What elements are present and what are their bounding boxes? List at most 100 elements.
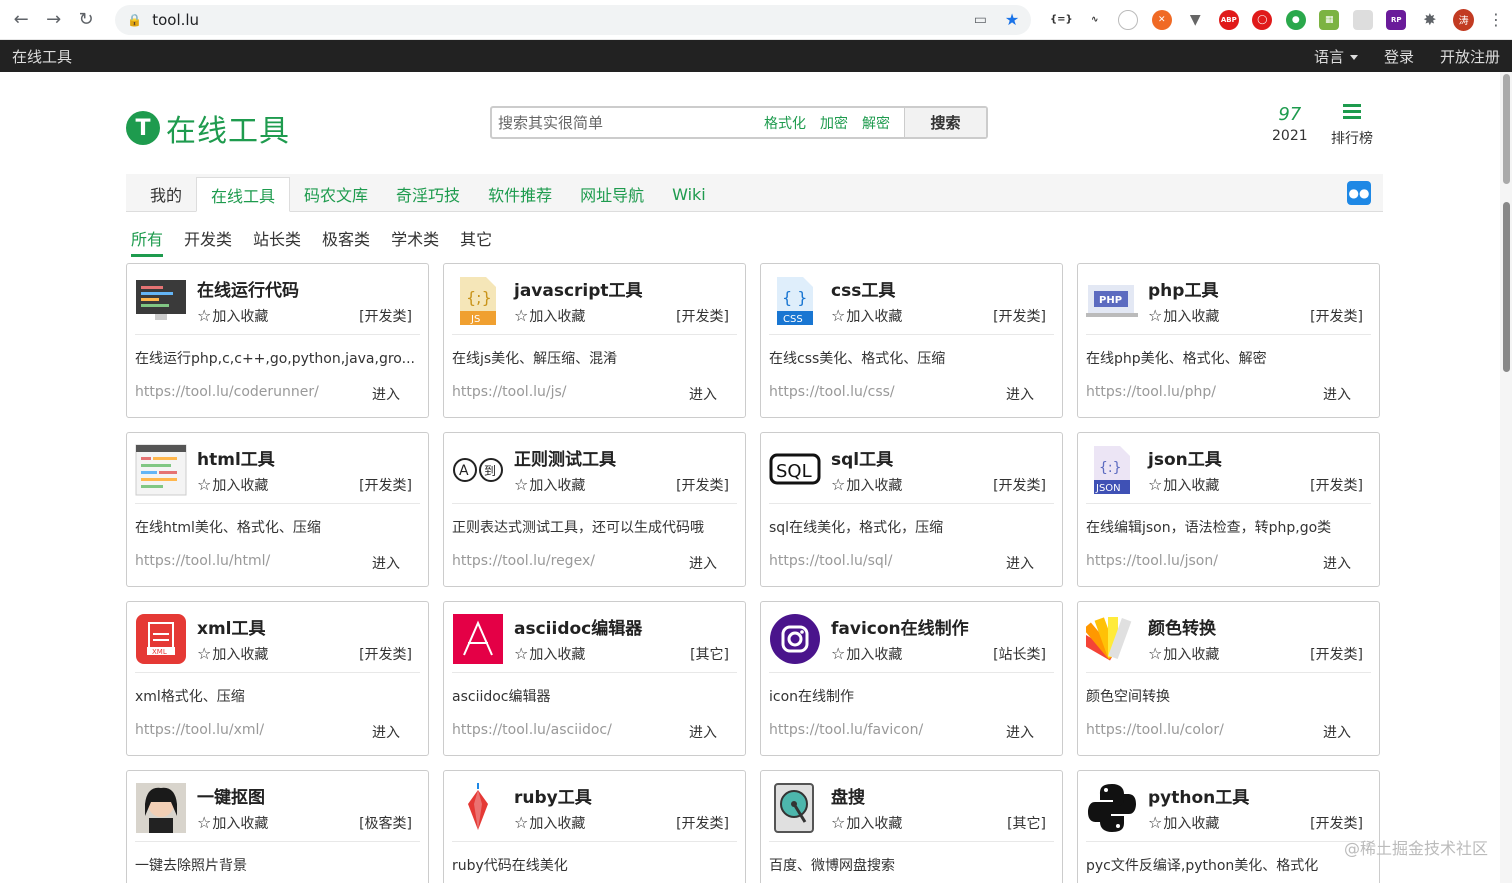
card-url[interactable]: https://tool.lu/regex/ (452, 553, 595, 569)
enter-link[interactable]: 进入 (372, 722, 400, 742)
card-url[interactable]: https://tool.lu/html/ (135, 553, 270, 569)
tool-card[interactable]: PHP php工具 ☆加入收藏 [开发类] 在线php美化、格式化、解密 htt… (1077, 263, 1380, 418)
card-title[interactable]: favicon在线制作 (831, 614, 969, 639)
card-url[interactable]: https://tool.lu/coderunner/ (135, 384, 319, 400)
enter-link[interactable]: 进入 (689, 553, 717, 573)
profile-avatar[interactable]: 涛 (1453, 8, 1475, 31)
card-title[interactable]: python工具 (1148, 783, 1249, 808)
tool-card[interactable]: html工具 ☆加入收藏 [开发类] 在线html美化、格式化、压缩 https… (126, 432, 429, 587)
add-favorite-button[interactable]: ☆加入收藏 (197, 306, 268, 326)
enter-link[interactable]: 进入 (1006, 722, 1034, 742)
card-url[interactable]: https://tool.lu/asciidoc/ (452, 722, 612, 738)
enter-link[interactable]: 进入 (1323, 722, 1351, 742)
tab-nav[interactable]: 网址导航 (566, 177, 658, 211)
enter-link[interactable]: 进入 (1006, 384, 1034, 404)
timer-ext-icon[interactable] (1118, 9, 1139, 30)
tool-card[interactable]: {;} JS javascript工具 ☆加入收藏 [开发类] 在线js美化、解压… (443, 263, 746, 418)
tool-card[interactable]: 在线运行代码 ☆加入收藏 [开发类] 在线运行php,c,c++,go,pyth… (126, 263, 429, 418)
cat-other[interactable]: 其它 (460, 226, 492, 257)
search-button[interactable]: 搜索 (904, 108, 986, 137)
card-title[interactable]: 颜色转换 (1148, 614, 1216, 639)
add-favorite-button[interactable]: ☆加入收藏 (1148, 475, 1219, 495)
tool-card[interactable]: ruby工具 ☆加入收藏 [开发类] ruby代码在线美化 进入 (443, 770, 746, 883)
tool-card[interactable]: A到 正则测试工具 ☆加入收藏 [开发类] 正则表达式测试工具，还可以生成代码哦… (443, 432, 746, 587)
register-link[interactable]: 开放注册 (1440, 46, 1500, 67)
gray-ext-icon[interactable] (1352, 9, 1373, 30)
add-favorite-button[interactable]: ☆加入收藏 (831, 306, 902, 326)
card-url[interactable]: https://tool.lu/css/ (769, 384, 895, 400)
search-input[interactable] (492, 108, 764, 137)
card-title[interactable]: php工具 (1148, 276, 1218, 301)
card-title[interactable]: json工具 (1148, 445, 1222, 470)
ranking-link[interactable]: 排行榜 (1331, 104, 1373, 148)
topbar-brand[interactable]: 在线工具 (12, 46, 72, 67)
tool-card[interactable]: favicon在线制作 ☆加入收藏 [站长类] icon在线制作 https:/… (760, 601, 1063, 756)
enter-link[interactable]: 进入 (1323, 553, 1351, 573)
cat-webmaster[interactable]: 站长类 (253, 226, 301, 257)
card-title[interactable]: 盘搜 (831, 783, 865, 808)
card-url[interactable]: https://tool.lu/php/ (1086, 384, 1216, 400)
card-url[interactable]: https://tool.lu/favicon/ (769, 722, 923, 738)
search-tag-decrypt[interactable]: 解密 (862, 113, 890, 133)
site-logo[interactable]: T 在线工具 (126, 106, 290, 150)
add-favorite-button[interactable]: ☆加入收藏 (514, 813, 585, 833)
puzzle-icon[interactable]: ✸ (1420, 10, 1440, 30)
grid-ext-icon[interactable]: ▦ (1319, 9, 1340, 30)
tool-card[interactable]: 盘搜 ☆加入收藏 [其它] 百度、微博网盘搜索 进入 (760, 770, 1063, 883)
card-url[interactable]: https://tool.lu/json/ (1086, 553, 1218, 569)
card-url[interactable]: https://tool.lu/js/ (452, 384, 567, 400)
add-favorite-button[interactable]: ☆加入收藏 (831, 475, 902, 495)
orange-ext-icon[interactable]: ✕ (1151, 9, 1172, 30)
tab-online-tools[interactable]: 在线工具 (196, 177, 291, 212)
language-menu[interactable]: 语言 (1288, 46, 1358, 67)
tab-tricks[interactable]: 奇淫巧技 (382, 177, 474, 211)
card-url[interactable]: https://tool.lu/color/ (1086, 722, 1224, 738)
add-favorite-button[interactable]: ☆加入收藏 (197, 813, 268, 833)
tool-card[interactable]: asciidoc编辑器 ☆加入收藏 [其它] asciidoc编辑器 https… (443, 601, 746, 756)
enter-link[interactable]: 进入 (1006, 553, 1034, 573)
adblock-ext-icon[interactable]: ABP (1218, 9, 1239, 30)
stat-count[interactable]: 97 2021 (1272, 104, 1308, 144)
card-title[interactable]: sql工具 (831, 445, 893, 470)
add-favorite-button[interactable]: ☆加入收藏 (1148, 813, 1219, 833)
enter-link[interactable]: 进入 (372, 384, 400, 404)
feed-ext-icon[interactable]: ∿ (1085, 10, 1105, 30)
tool-card[interactable]: python工具 ☆加入收藏 [开发类] pyc文件反编译,python美化、格… (1077, 770, 1380, 883)
json-ext-icon[interactable]: {=} (1050, 10, 1073, 30)
tool-card[interactable]: SQL sql工具 ☆加入收藏 [开发类] sql在线美化，格式化，压缩 htt… (760, 432, 1063, 587)
tab-software[interactable]: 软件推荐 (474, 177, 566, 211)
card-title[interactable]: css工具 (831, 276, 895, 301)
enter-link[interactable]: 进入 (372, 553, 400, 573)
card-title[interactable]: ruby工具 (514, 783, 592, 808)
card-title[interactable]: 在线运行代码 (197, 276, 299, 301)
login-link[interactable]: 登录 (1384, 46, 1414, 67)
cat-dev[interactable]: 开发类 (184, 226, 232, 257)
chat-icon[interactable]: ●● (1347, 181, 1371, 205)
cat-academic[interactable]: 学术类 (391, 226, 439, 257)
card-title[interactable]: html工具 (197, 445, 275, 470)
card-title[interactable]: 一键抠图 (197, 783, 265, 808)
cast-icon[interactable]: ▭ (974, 12, 987, 28)
tool-card[interactable]: {:} JSON json工具 ☆加入收藏 [开发类] 在线编辑json，语法检查… (1077, 432, 1380, 587)
search-tag-format[interactable]: 格式化 (764, 113, 806, 133)
reload-icon[interactable]: ↻ (73, 6, 99, 34)
wechat-ext-icon[interactable]: ● (1285, 9, 1306, 30)
card-title[interactable]: xml工具 (197, 614, 266, 639)
tab-wiki[interactable]: Wiki (658, 177, 720, 211)
add-favorite-button[interactable]: ☆加入收藏 (831, 644, 902, 664)
card-url[interactable]: https://tool.lu/xml/ (135, 722, 264, 738)
tool-card[interactable]: XML xml工具 ☆加入收藏 [开发类] xml格式化、压缩 https://… (126, 601, 429, 756)
tab-mine[interactable]: 我的 (126, 177, 196, 211)
add-favorite-button[interactable]: ☆加入收藏 (1148, 306, 1219, 326)
more-menu-icon[interactable]: ⋮ (1488, 10, 1504, 29)
page-scrollbar[interactable] (1500, 72, 1512, 883)
add-favorite-button[interactable]: ☆加入收藏 (197, 644, 268, 664)
add-favorite-button[interactable]: ☆加入收藏 (514, 475, 585, 495)
bookmark-star-icon[interactable]: ★ (1005, 10, 1019, 29)
enter-link[interactable]: 进入 (1323, 384, 1351, 404)
card-title[interactable]: 正则测试工具 (514, 445, 616, 470)
back-icon[interactable]: ← (8, 6, 34, 34)
card-url[interactable]: https://tool.lu/sql/ (769, 553, 892, 569)
red-ext-icon[interactable]: ◯ (1252, 9, 1273, 30)
card-title[interactable]: javascript工具 (514, 276, 643, 301)
